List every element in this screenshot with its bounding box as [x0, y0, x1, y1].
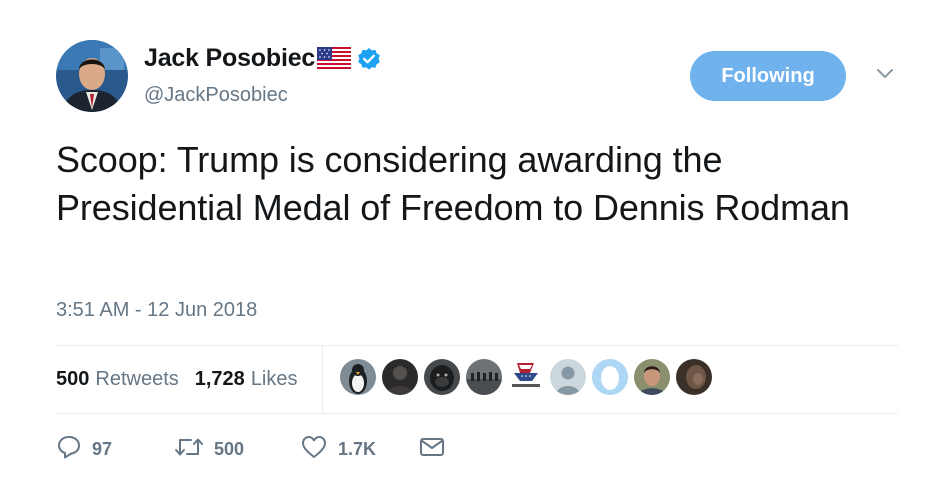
- retweets-label: Retweets: [95, 368, 179, 390]
- author-handle[interactable]: @JackPosobiec: [144, 84, 288, 107]
- author-name-row[interactable]: Jack Posobiec: [144, 44, 381, 73]
- stats-bottom-divider: [56, 413, 898, 414]
- tweet-actions: 97 500 1.7K: [56, 434, 476, 464]
- tweet-card: Jack Posobiec @JackPosobiec Following Sc…: [0, 0, 931, 502]
- liker-avatars: [340, 359, 718, 395]
- liker-avatar[interactable]: [424, 359, 460, 395]
- tweet-text: Scoop: Trump is considering awarding the…: [56, 139, 850, 228]
- likes-label: Likes: [250, 368, 298, 390]
- reply-action[interactable]: 97: [56, 434, 112, 465]
- tweet-timestamp[interactable]: 3:51 AM - 12 Jun 2018: [56, 299, 257, 322]
- retweet-icon: [174, 434, 204, 465]
- chevron-down-icon[interactable]: [874, 66, 896, 82]
- stats-vertical-divider: [322, 346, 323, 413]
- liker-avatar[interactable]: [466, 359, 502, 395]
- direct-message-action[interactable]: [418, 434, 446, 465]
- liker-avatar[interactable]: [676, 359, 712, 395]
- likes-count: 1,728: [194, 368, 245, 390]
- liker-avatar[interactable]: [508, 359, 544, 395]
- like-action[interactable]: 1.7K: [300, 434, 376, 465]
- verified-badge-icon: [357, 47, 381, 71]
- author-avatar[interactable]: [56, 40, 128, 112]
- reply-count: 97: [92, 439, 113, 459]
- reply-icon: [56, 434, 82, 465]
- liker-avatar[interactable]: [592, 359, 628, 395]
- likes-stat[interactable]: 1,728 Likes: [195, 368, 298, 391]
- retweets-stat[interactable]: 500 Retweets: [56, 368, 179, 391]
- liker-avatar[interactable]: [340, 359, 376, 395]
- retweet-count: 500: [214, 439, 245, 459]
- retweet-action[interactable]: 500: [174, 434, 244, 465]
- author-name[interactable]: Jack Posobiec: [144, 44, 315, 73]
- tweet-stats: 500 Retweets 1,728 Likes: [56, 368, 298, 391]
- liker-avatar[interactable]: [382, 359, 418, 395]
- retweets-count: 500: [56, 368, 90, 390]
- envelope-icon: [418, 434, 446, 465]
- heart-icon: [300, 434, 328, 465]
- following-button[interactable]: Following: [690, 51, 846, 101]
- us-flag-icon: [317, 46, 352, 71]
- liker-avatar[interactable]: [550, 359, 586, 395]
- liker-avatar[interactable]: [634, 359, 670, 395]
- like-count: 1.7K: [338, 439, 377, 459]
- stats-top-divider: [56, 345, 898, 346]
